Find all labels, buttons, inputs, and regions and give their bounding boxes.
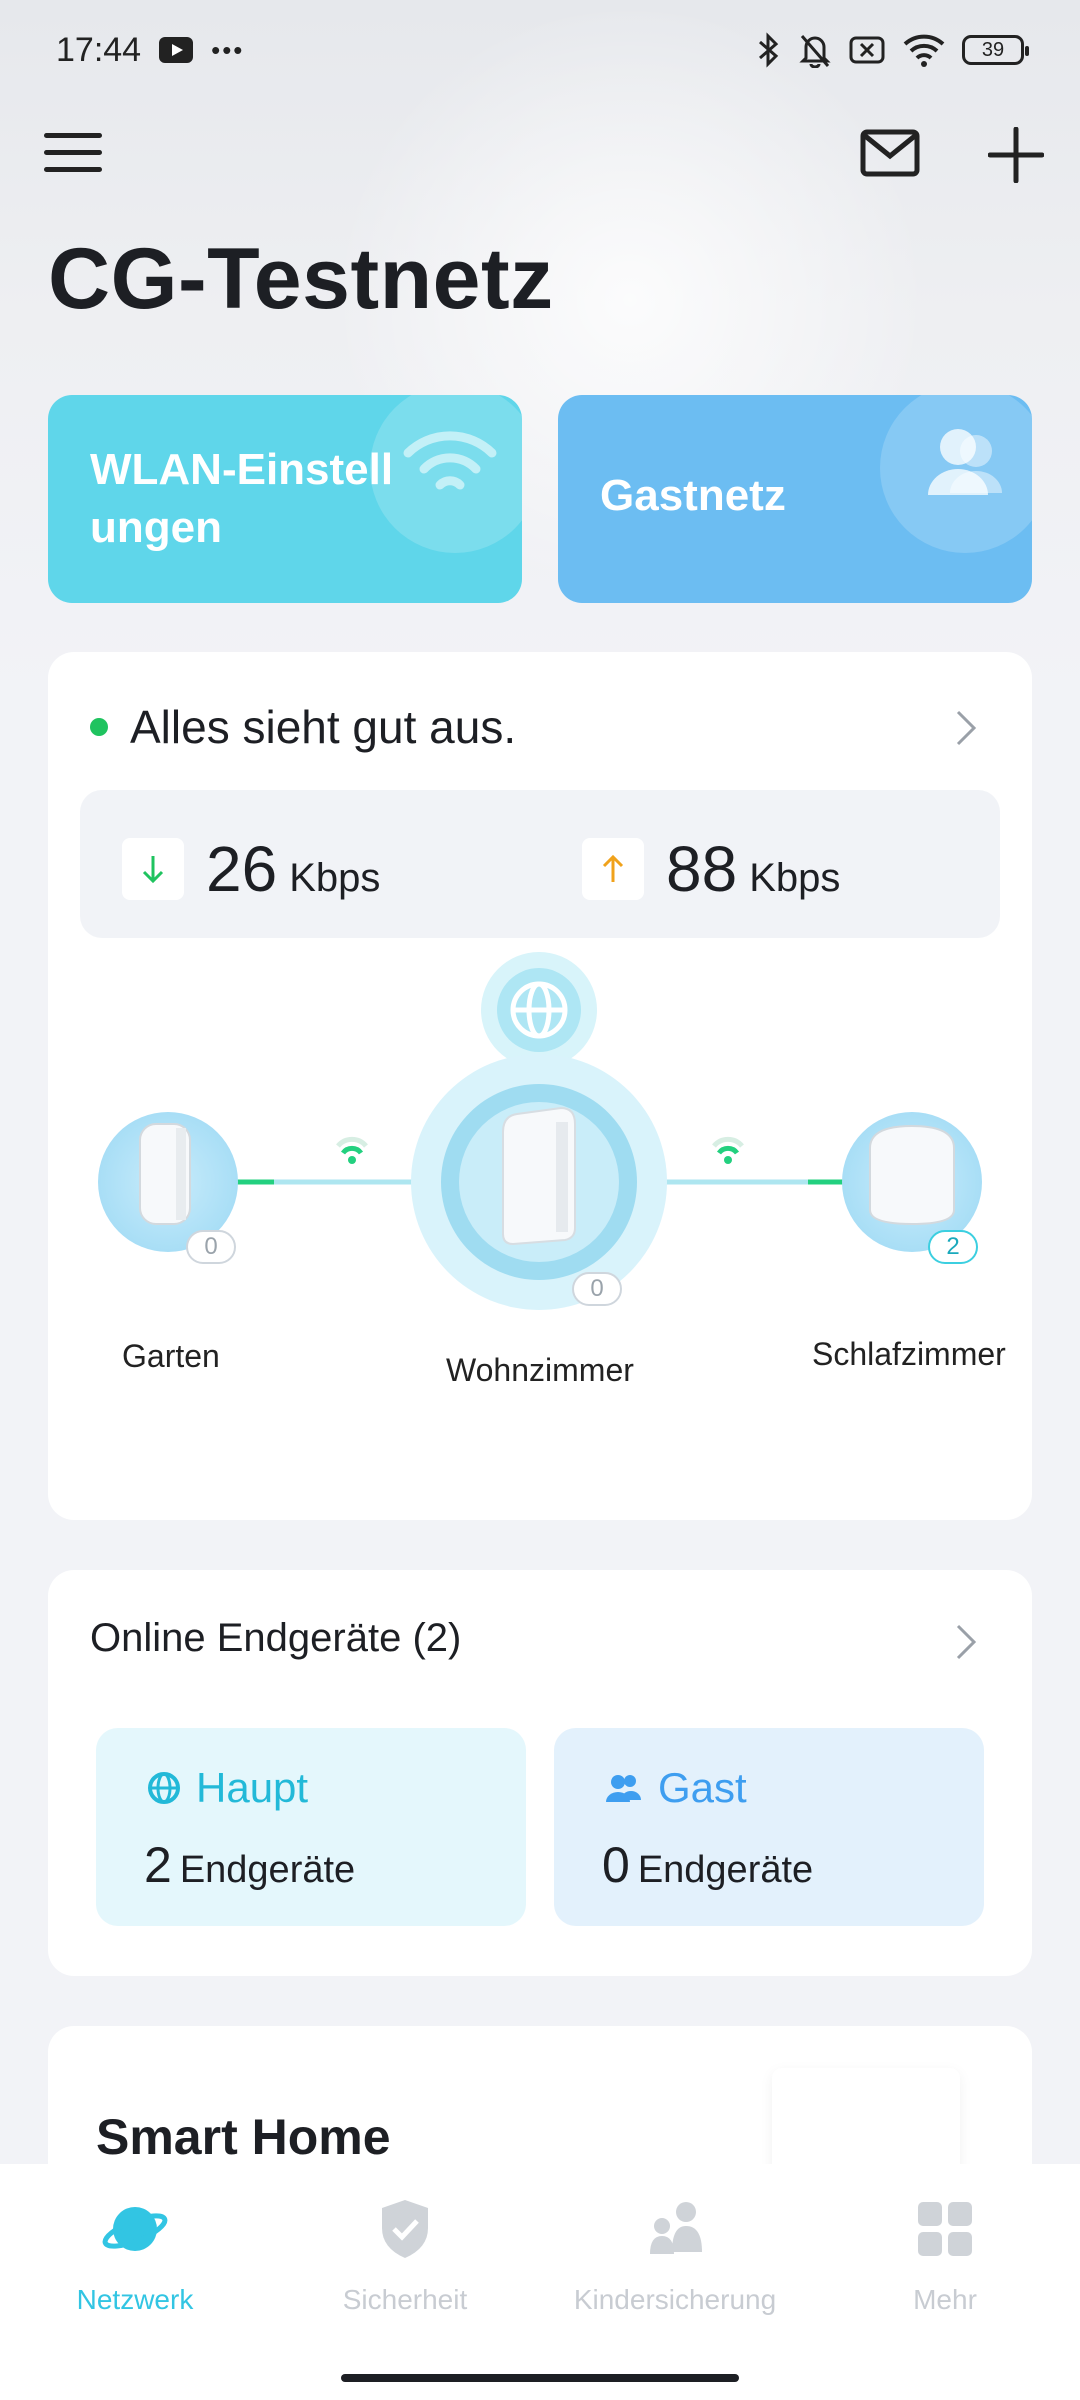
smart-home-title: Smart Home [96,2109,391,2165]
main-device-count: 2 [144,1837,172,1893]
main-network-tile[interactable]: Haupt 2 Endgeräte [96,1728,526,1926]
more-notifications-icon: ••• [211,34,245,65]
bluetooth-icon [759,32,779,68]
nav-tab-netzwerk[interactable]: Netzwerk [0,2194,270,2316]
guest-device-unit: Endgeräte [637,1849,814,1891]
upload-unit: Kbps [749,856,841,900]
main-network-label: Haupt [196,1764,309,1811]
clock: 17:44 [56,30,142,69]
upload-value: 88 [666,833,738,905]
online-devices-card[interactable]: Online Endgeräte (2) Haupt 2 Endgeräte G… [48,1570,1032,1976]
node-label-schlafzimmer[interactable]: Schlafzimmer [812,1336,1006,1373]
guest-device-count: 0 [602,1837,630,1893]
globe-icon [148,1772,180,1804]
plus-icon[interactable] [988,127,1044,183]
online-devices-title: Online Endgeräte (2) [90,1616,462,1660]
guest-network-label: Gast [658,1764,747,1811]
nav-label: Kindersicherung [573,2284,777,2315]
status-dot [90,718,108,736]
menu-icon[interactable] [44,133,102,177]
status-message: Alles sieht gut aus. [130,701,517,753]
nav-tab-sicherheit[interactable]: Sicherheit [270,2194,540,2316]
node-label-garten[interactable]: Garten [122,1338,220,1375]
nav-label: Netzwerk [76,2284,194,2315]
download-speed: 26 Kbps [122,832,380,906]
guest-network-button[interactable]: Gastnetz [558,395,1032,603]
bottom-navigation: Netzwerk Sicherheit Kindersicherung Mehr [0,2164,1080,2400]
nav-label: Mehr [913,2284,977,2315]
network-status-card: Alles sieht gut aus. 26 Kbps 88 Kbps 0 0… [48,652,1032,1520]
status-bar: 17:44 ••• 39 [0,0,1080,100]
network-title: CG-Testnetz [48,231,554,327]
guest-network-tile[interactable]: Gast 0 Endgeräte [554,1728,984,1926]
nav-tab-mehr[interactable]: Mehr [810,2194,1080,2316]
download-value: 26 [206,833,278,905]
download-arrow-icon [122,838,184,900]
shield-icon [382,2200,428,2258]
bell-muted-icon [799,35,831,68]
chevron-right-icon[interactable] [954,708,978,748]
client-count-badge: 0 [572,1272,622,1306]
users-icon [606,1775,641,1802]
mail-icon[interactable] [860,129,920,177]
client-count-badge: 2 [928,1230,978,1264]
wifi-icon [903,34,945,67]
wlan-settings-label: WLAN-Einstell ungen [90,445,394,552]
youtube-icon [159,37,194,63]
main-device-unit: Endgeräte [179,1849,356,1891]
client-count-badge: 0 [186,1230,236,1264]
app-toolbar [0,115,1080,195]
battery-icon: 39 [962,35,1029,65]
planet-icon [102,2207,168,2251]
battery-level: 39 [981,38,1005,61]
upload-speed: 88 Kbps [582,832,840,906]
internet-globe-icon [481,952,597,1068]
network-status-row[interactable]: Alles sieht gut aus. [90,700,516,754]
nav-tab-kindersicherung[interactable]: Kindersicherung [540,2194,810,2316]
chevron-right-icon[interactable] [954,1622,978,1662]
grid-icon [918,2202,972,2256]
guest-user-icon [880,395,1032,553]
speed-panel: 26 Kbps 88 Kbps [80,790,1000,938]
wlan-settings-button[interactable]: WLAN-Einstell ungen [48,395,522,603]
family-icon [650,2202,702,2254]
upload-arrow-icon [582,838,644,900]
signal-icon [712,1136,744,1164]
mesh-topology: 0 0 2 Garten Wohnzimmer Schlafzimmer [48,952,1032,1512]
nav-label: Sicherheit [342,2284,468,2315]
home-indicator[interactable] [341,2374,739,2382]
guest-network-label: Gastnetz [600,471,786,520]
signal-icon [336,1136,368,1164]
node-label-wohnzimmer[interactable]: Wohnzimmer [446,1352,634,1389]
nosim-icon [849,36,885,64]
router-wohnzimmer-icon [411,1054,667,1310]
download-unit: Kbps [289,856,381,900]
